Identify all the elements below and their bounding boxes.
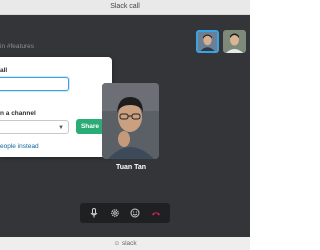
- share-panel-label: all: [0, 67, 8, 74]
- settings-button[interactable]: [108, 206, 122, 220]
- mute-button[interactable]: [87, 206, 101, 220]
- chevron-down-icon: ▼: [58, 125, 64, 131]
- participant-name: Tuan Tan: [115, 164, 147, 171]
- participant-video: [102, 83, 159, 159]
- share-with-people-link[interactable]: eople instead: [0, 143, 39, 150]
- share-channel-label: n a channel: [0, 110, 36, 117]
- channel-select[interactable]: ▼: [0, 120, 69, 134]
- hangup-button[interactable]: [149, 206, 163, 220]
- emoji-icon: [130, 208, 140, 218]
- slack-logo-icon: ☺: [113, 240, 120, 247]
- emoji-button[interactable]: [128, 206, 142, 220]
- participant-video-image: [102, 83, 159, 159]
- microphone-icon: [90, 208, 98, 218]
- share-input[interactable]: [0, 77, 69, 91]
- footer-label: slack: [121, 240, 137, 247]
- participant-thumbnails: [196, 30, 246, 53]
- share-button[interactable]: Share: [76, 119, 104, 134]
- share-panel: all n a channel ▼ Share eople instead: [0, 57, 112, 157]
- participant-thumbnail[interactable]: [223, 30, 246, 53]
- hangup-icon: [151, 212, 160, 216]
- window-title: Slack call: [110, 3, 140, 10]
- participant-thumbnail-active[interactable]: [196, 30, 219, 53]
- window-titlebar: Slack call: [0, 0, 250, 15]
- call-controls: [80, 203, 170, 223]
- app-footer: ☺ slack: [0, 237, 250, 250]
- avatar-icon: [198, 32, 217, 51]
- settings-icon: [110, 209, 119, 217]
- avatar-icon: [223, 30, 246, 53]
- channel-hint: in #features: [0, 43, 34, 50]
